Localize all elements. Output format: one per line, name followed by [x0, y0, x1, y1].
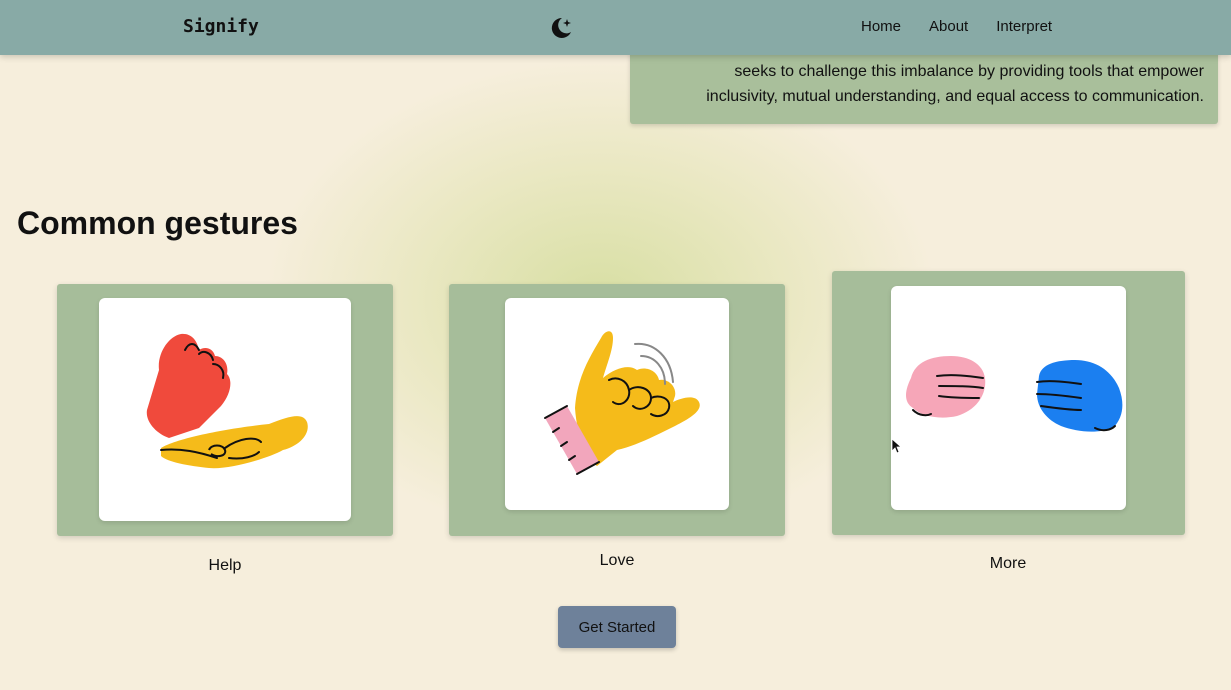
about-text-box: seeks to challenge this imbalance by pro… — [630, 45, 1218, 124]
gesture-label-more: More — [989, 555, 1027, 572]
about-text-line-2: inclusivity, mutual understanding, and e… — [706, 88, 1204, 105]
gesture-card-more[interactable] — [832, 271, 1185, 535]
mouse-cursor-icon — [891, 438, 903, 454]
navbar: Signify Home About Interpret — [0, 0, 1231, 55]
section-title: Common gestures — [17, 205, 298, 241]
nav-links: Home About Interpret — [861, 18, 1052, 35]
gesture-label-help: Help — [208, 557, 242, 574]
moon-star-icon[interactable] — [548, 15, 574, 41]
love-gesture-illustration — [505, 298, 729, 510]
brand-logo[interactable]: Signify — [183, 16, 259, 37]
nav-about[interactable]: About — [929, 18, 968, 35]
about-text-line-1: seeks to challenge this imbalance by pro… — [734, 63, 1204, 80]
nav-interpret[interactable]: Interpret — [996, 18, 1052, 35]
gesture-label-love: Love — [599, 552, 635, 569]
gesture-card-love[interactable] — [449, 284, 785, 536]
get-started-button[interactable]: Get Started — [558, 606, 676, 648]
gesture-card-help[interactable] — [57, 284, 393, 536]
help-gesture-illustration — [99, 298, 351, 521]
more-gesture-illustration — [891, 286, 1126, 510]
nav-home[interactable]: Home — [861, 18, 901, 35]
